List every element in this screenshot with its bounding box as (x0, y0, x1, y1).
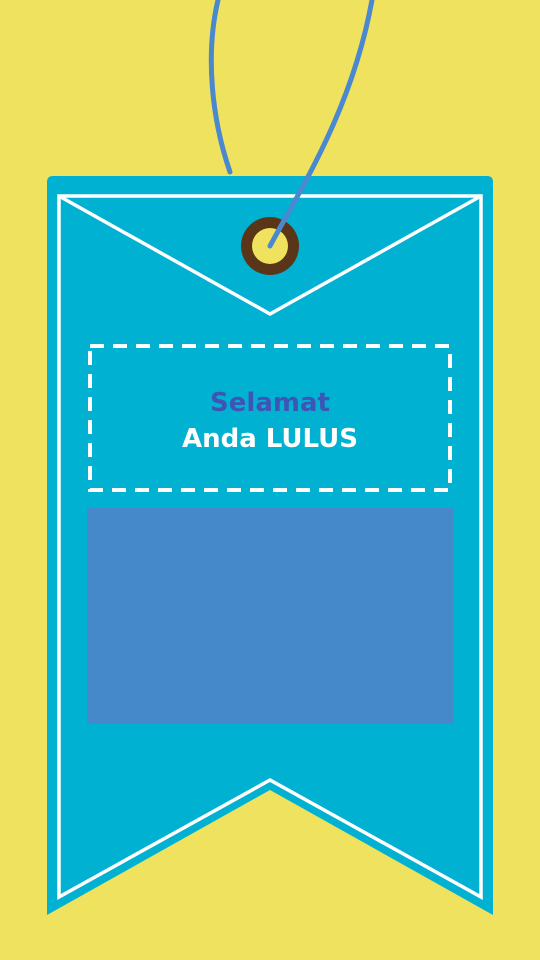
message-box: Selamat Anda LULUS (90, 346, 450, 490)
result-text: Anda LULUS (181, 424, 359, 454)
hanging-string-back (208, 0, 233, 175)
greeting-text: Selamat (210, 388, 330, 418)
graduation-tag-scene: Selamat Anda LULUS (0, 0, 540, 960)
photo-panel (87, 508, 453, 724)
